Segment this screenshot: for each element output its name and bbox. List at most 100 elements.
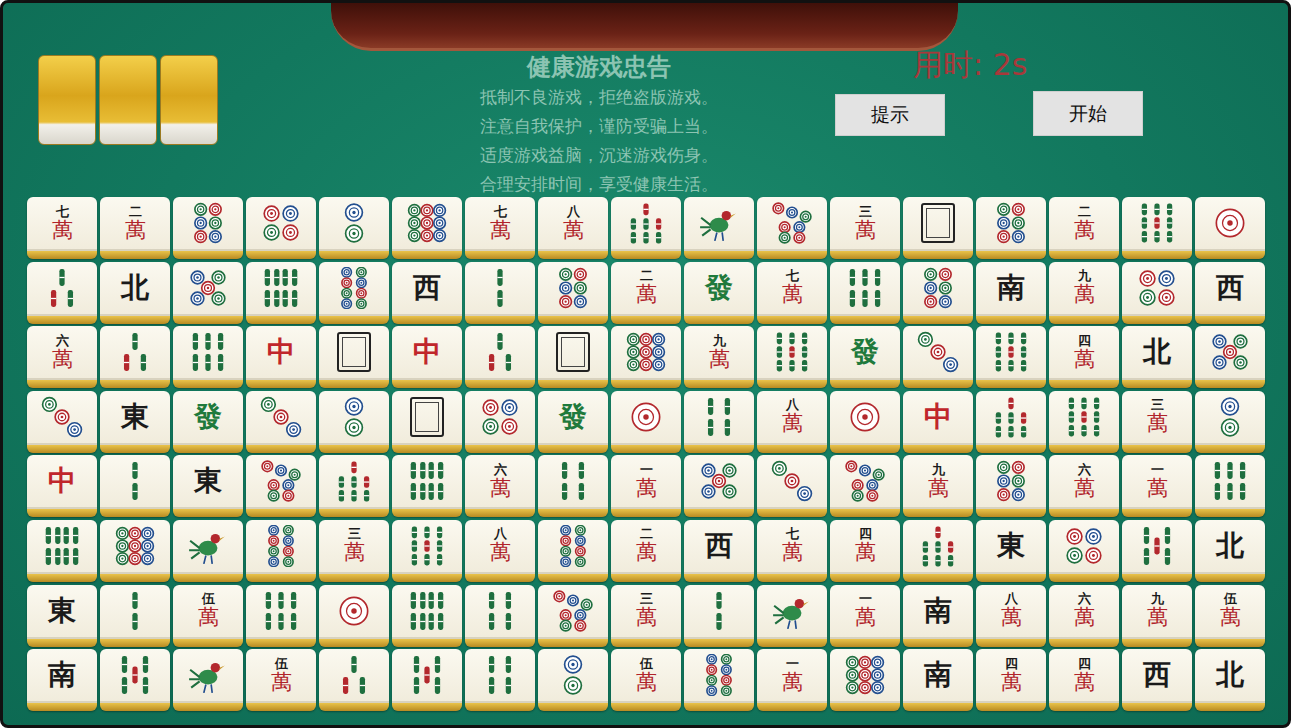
mahjong-tile[interactable]: 二萬 <box>611 520 681 582</box>
mahjong-tile[interactable]: 七萬 <box>465 197 535 259</box>
mahjong-tile[interactable] <box>976 455 1046 517</box>
mahjong-tile[interactable]: 七萬 <box>27 197 97 259</box>
mahjong-tile[interactable]: 發 <box>684 262 754 324</box>
mahjong-tile[interactable]: 四萬 <box>1049 326 1119 388</box>
mahjong-tile[interactable]: 伍萬 <box>1195 585 1265 647</box>
mahjong-tile[interactable]: 六萬 <box>1049 585 1119 647</box>
mahjong-tile[interactable]: 中 <box>27 455 97 517</box>
mahjong-tile[interactable] <box>757 197 827 259</box>
mahjong-tile[interactable] <box>976 197 1046 259</box>
mahjong-tile[interactable]: 中 <box>903 391 973 453</box>
mahjong-tile[interactable] <box>246 520 316 582</box>
mahjong-tile[interactable] <box>392 197 462 259</box>
mahjong-tile[interactable] <box>976 391 1046 453</box>
mahjong-tile[interactable] <box>757 585 827 647</box>
mahjong-tile[interactable] <box>246 585 316 647</box>
mahjong-tile[interactable]: 伍萬 <box>173 585 243 647</box>
mahjong-tile[interactable] <box>465 262 535 324</box>
mahjong-tile[interactable]: 八萬 <box>465 520 535 582</box>
mahjong-tile[interactable] <box>538 455 608 517</box>
mahjong-tile[interactable]: 北 <box>100 262 170 324</box>
mahjong-tile[interactable]: 發 <box>538 391 608 453</box>
mahjong-tile[interactable] <box>1049 391 1119 453</box>
mahjong-tile[interactable] <box>319 455 389 517</box>
mahjong-tile[interactable]: 三萬 <box>830 197 900 259</box>
mahjong-tile[interactable] <box>173 197 243 259</box>
mahjong-tile[interactable] <box>100 520 170 582</box>
mahjong-tile[interactable]: 九萬 <box>1049 262 1119 324</box>
mahjong-tile[interactable]: 南 <box>976 262 1046 324</box>
mahjong-tile[interactable] <box>1122 197 1192 259</box>
mahjong-tile[interactable]: 東 <box>976 520 1046 582</box>
mahjong-tile[interactable] <box>903 197 973 259</box>
mahjong-tile[interactable] <box>684 391 754 453</box>
mahjong-tile[interactable] <box>684 197 754 259</box>
mahjong-tile[interactable]: 北 <box>1122 326 1192 388</box>
mahjong-tile[interactable] <box>684 455 754 517</box>
mahjong-tile[interactable] <box>392 455 462 517</box>
mahjong-tile[interactable] <box>246 262 316 324</box>
mahjong-tile[interactable] <box>903 326 973 388</box>
mahjong-tile[interactable] <box>100 649 170 711</box>
mahjong-tile[interactable] <box>903 262 973 324</box>
mahjong-tile[interactable]: 八萬 <box>757 391 827 453</box>
mahjong-tile[interactable]: 一萬 <box>830 585 900 647</box>
mahjong-tile[interactable]: 一萬 <box>611 455 681 517</box>
mahjong-tile[interactable]: 二萬 <box>611 262 681 324</box>
mahjong-tile[interactable] <box>319 649 389 711</box>
mahjong-tile[interactable]: 三萬 <box>319 520 389 582</box>
mahjong-tile[interactable] <box>27 520 97 582</box>
mahjong-tile[interactable]: 六萬 <box>465 455 535 517</box>
mahjong-tile[interactable] <box>319 585 389 647</box>
mahjong-tile[interactable]: 西 <box>392 262 462 324</box>
mahjong-tile[interactable] <box>100 455 170 517</box>
mahjong-tile[interactable]: 南 <box>903 649 973 711</box>
mahjong-tile[interactable] <box>684 649 754 711</box>
mahjong-tile[interactable] <box>392 585 462 647</box>
mahjong-tile[interactable]: 東 <box>173 455 243 517</box>
mahjong-tile[interactable]: 八萬 <box>976 585 1046 647</box>
mahjong-tile[interactable] <box>538 326 608 388</box>
mahjong-tile[interactable] <box>684 585 754 647</box>
mahjong-tile[interactable] <box>976 326 1046 388</box>
mahjong-tile[interactable] <box>538 520 608 582</box>
mahjong-tile[interactable] <box>27 262 97 324</box>
mahjong-tile[interactable] <box>830 455 900 517</box>
mahjong-tile[interactable]: 東 <box>100 391 170 453</box>
mahjong-tile[interactable] <box>173 649 243 711</box>
mahjong-tile[interactable]: 西 <box>1195 262 1265 324</box>
mahjong-tile[interactable]: 四萬 <box>1049 649 1119 711</box>
mahjong-tile[interactable]: 七萬 <box>757 520 827 582</box>
mahjong-tile[interactable] <box>830 649 900 711</box>
mahjong-tile[interactable] <box>173 520 243 582</box>
mahjong-tile[interactable]: 一萬 <box>1122 455 1192 517</box>
mahjong-tile[interactable]: 東 <box>27 585 97 647</box>
mahjong-tile[interactable] <box>246 391 316 453</box>
mahjong-tile[interactable]: 西 <box>1122 649 1192 711</box>
mahjong-tile[interactable] <box>465 326 535 388</box>
mahjong-tile[interactable] <box>538 649 608 711</box>
mahjong-tile[interactable]: 北 <box>1195 520 1265 582</box>
mahjong-tile[interactable] <box>173 326 243 388</box>
mahjong-tile[interactable] <box>465 585 535 647</box>
mahjong-tile[interactable] <box>757 326 827 388</box>
mahjong-tile[interactable] <box>319 197 389 259</box>
mahjong-tile[interactable] <box>1195 455 1265 517</box>
mahjong-tile[interactable]: 四萬 <box>976 649 1046 711</box>
mahjong-tile[interactable]: 中 <box>246 326 316 388</box>
mahjong-tile[interactable]: 發 <box>830 326 900 388</box>
mahjong-tile[interactable]: 六萬 <box>1049 455 1119 517</box>
mahjong-tile[interactable] <box>319 326 389 388</box>
mahjong-tile[interactable]: 八萬 <box>538 197 608 259</box>
mahjong-tile[interactable]: 南 <box>903 585 973 647</box>
mahjong-tile[interactable]: 伍萬 <box>246 649 316 711</box>
mahjong-tile[interactable]: 六萬 <box>27 326 97 388</box>
mahjong-tile[interactable]: 九萬 <box>903 455 973 517</box>
mahjong-tile[interactable] <box>465 391 535 453</box>
mahjong-tile[interactable]: 四萬 <box>830 520 900 582</box>
mahjong-tile[interactable]: 七萬 <box>757 262 827 324</box>
mahjong-tile[interactable]: 中 <box>392 326 462 388</box>
mahjong-tile[interactable] <box>246 455 316 517</box>
mahjong-tile[interactable] <box>392 391 462 453</box>
mahjong-tile[interactable] <box>538 585 608 647</box>
